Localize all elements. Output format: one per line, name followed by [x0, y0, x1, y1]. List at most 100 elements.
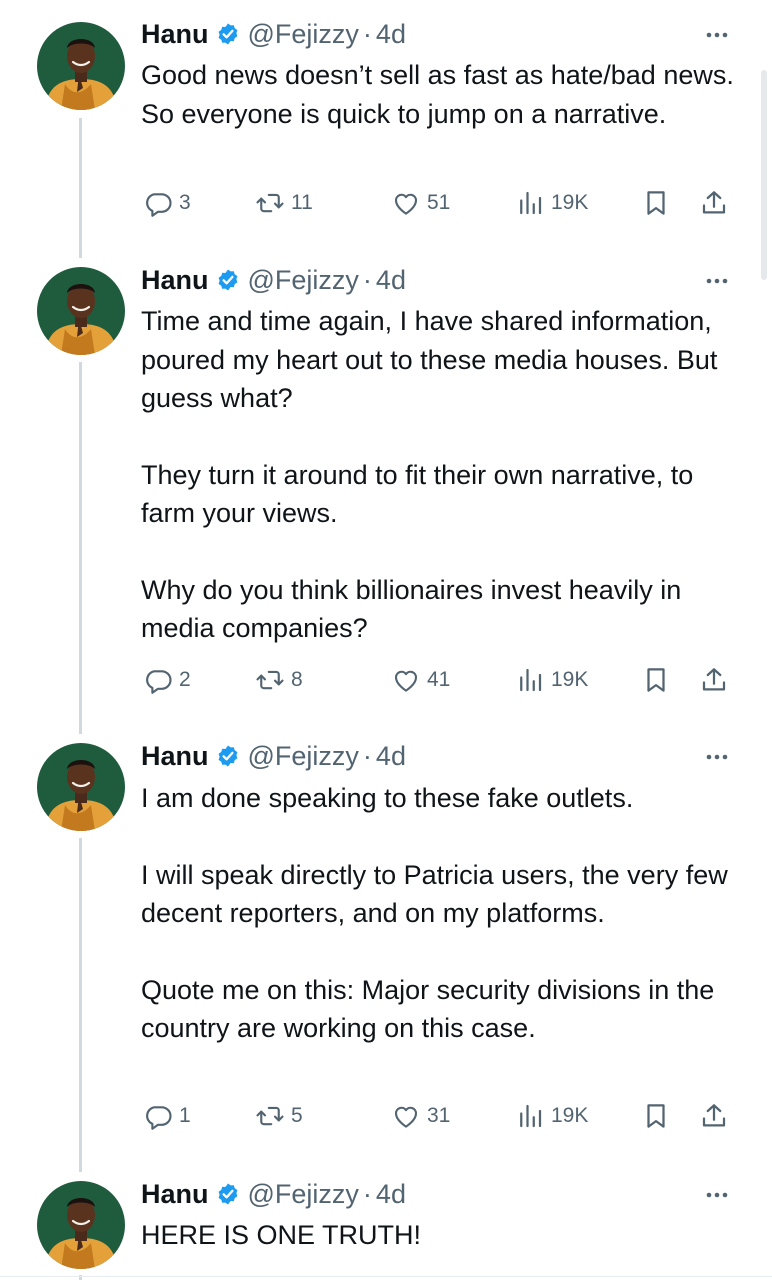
- views-button[interactable]: 19K: [515, 1099, 588, 1133]
- more-dots-icon[interactable]: [700, 271, 734, 291]
- more-dots-icon[interactable]: [700, 25, 734, 45]
- reply-button[interactable]: 3: [143, 186, 191, 220]
- views-chart-icon: [515, 188, 545, 218]
- retweet-button[interactable]: 8: [255, 663, 303, 697]
- thread-line: [79, 118, 82, 258]
- verified-badge-icon: [216, 1182, 240, 1206]
- timestamp[interactable]: 4d: [376, 741, 406, 772]
- retweet-icon: [255, 1101, 285, 1131]
- timestamp[interactable]: 4d: [376, 1179, 406, 1210]
- tweet-paragraph: I am done speaking to these fake outlets…: [141, 783, 634, 813]
- more-dots-icon[interactable]: [700, 1185, 734, 1205]
- retweet-button[interactable]: 5: [255, 1099, 303, 1133]
- avatar[interactable]: [37, 267, 125, 355]
- author-handle[interactable]: @Fejizzy: [248, 265, 359, 296]
- scrollbar[interactable]: [761, 70, 767, 280]
- tweet-paragraph: I will speak directly to Patricia users,…: [141, 859, 728, 929]
- heart-icon: [391, 1101, 421, 1131]
- retweet-icon: [255, 665, 285, 695]
- share-icon: [699, 1101, 729, 1131]
- retweet-count: 5: [291, 1104, 303, 1127]
- verified-badge-icon: [216, 22, 240, 46]
- separator-dot: ·: [362, 740, 372, 771]
- author-name[interactable]: Hanu: [141, 265, 209, 296]
- bookmark-icon: [641, 1101, 671, 1131]
- like-button[interactable]: 31: [391, 1099, 450, 1133]
- share-button[interactable]: [699, 1099, 729, 1133]
- author-name[interactable]: Hanu: [141, 1179, 209, 1210]
- share-button[interactable]: [699, 663, 729, 697]
- author-name[interactable]: Hanu: [141, 19, 209, 50]
- timestamp[interactable]: 4d: [376, 19, 406, 50]
- share-icon: [699, 188, 729, 218]
- action-bar: 2 8 41 19K: [141, 663, 741, 697]
- like-button[interactable]: 51: [391, 186, 450, 220]
- separator-dot: ·: [362, 264, 372, 295]
- reply-icon: [143, 665, 173, 695]
- like-button[interactable]: 41: [391, 663, 450, 697]
- reply-button[interactable]: 1: [143, 1099, 191, 1133]
- reply-icon: [143, 188, 173, 218]
- author-handle[interactable]: @Fejizzy: [248, 1179, 359, 1210]
- tweet-text: I am done speaking to these fake outlets…: [141, 779, 741, 1048]
- bookmark-button[interactable]: [641, 663, 671, 697]
- tweet-paragraph: HERE IS ONE TRUTH!: [141, 1220, 422, 1250]
- separator-dot: ·: [362, 18, 372, 49]
- views-chart-icon: [515, 665, 545, 695]
- view-count: 19K: [551, 1104, 589, 1127]
- share-icon: [699, 665, 729, 695]
- tweet-text: Good news doesn’t sell as fast as hate/b…: [141, 56, 741, 133]
- author-name[interactable]: Hanu: [141, 741, 209, 772]
- divider: [0, 1276, 772, 1277]
- tweet-paragraph: Why do you think billionaires invest hea…: [141, 574, 682, 644]
- reply-count: 3: [179, 191, 191, 214]
- reply-icon: [143, 1101, 173, 1131]
- action-bar: 1 5 31 19K: [141, 1099, 741, 1133]
- tweet-header: Hanu @Fejizzy · 4d: [141, 263, 406, 297]
- action-bar: 3 11 51 19K: [141, 186, 741, 220]
- author-handle[interactable]: @Fejizzy: [248, 19, 359, 50]
- reply-button[interactable]: 2: [143, 663, 191, 697]
- more-dots-icon[interactable]: [700, 747, 734, 767]
- like-count: 41: [427, 668, 451, 691]
- thread-line: [79, 362, 82, 734]
- views-button[interactable]: 19K: [515, 186, 588, 220]
- tweet-header: Hanu @Fejizzy · 4d: [141, 1177, 406, 1211]
- thread-line: [79, 838, 82, 1172]
- share-button[interactable]: [699, 186, 729, 220]
- bookmark-icon: [641, 665, 671, 695]
- tweet-paragraph: They turn it around to fit their own nar…: [141, 459, 694, 529]
- retweet-button[interactable]: 11: [255, 186, 313, 220]
- view-count: 19K: [551, 191, 589, 214]
- heart-icon: [391, 188, 421, 218]
- separator-dot: ·: [362, 1178, 372, 1209]
- tweet-paragraph: Time and time again, I have shared infor…: [141, 306, 718, 413]
- avatar[interactable]: [37, 1181, 125, 1269]
- tweet-paragraph: Quote me on this: Major security divisio…: [141, 974, 715, 1044]
- avatar[interactable]: [37, 22, 125, 110]
- author-handle[interactable]: @Fejizzy: [248, 741, 359, 772]
- heart-icon: [391, 665, 421, 695]
- reply-count: 2: [179, 668, 191, 691]
- tweet-text: Time and time again, I have shared infor…: [141, 302, 741, 648]
- verified-badge-icon: [216, 744, 240, 768]
- bookmark-button[interactable]: [641, 1099, 671, 1133]
- bookmark-icon: [641, 188, 671, 218]
- tweet-text: HERE IS ONE TRUTH!: [141, 1216, 741, 1255]
- verified-badge-icon: [216, 268, 240, 292]
- retweet-icon: [255, 188, 285, 218]
- timestamp[interactable]: 4d: [376, 265, 406, 296]
- retweet-count: 8: [291, 668, 303, 691]
- like-count: 31: [427, 1104, 451, 1127]
- avatar[interactable]: [37, 743, 125, 831]
- like-count: 51: [427, 191, 451, 214]
- view-count: 19K: [551, 668, 589, 691]
- tweet-header: Hanu @Fejizzy · 4d: [141, 739, 406, 773]
- reply-count: 1: [179, 1104, 191, 1127]
- bookmark-button[interactable]: [641, 186, 671, 220]
- tweet-paragraph: Good news doesn’t sell as fast as hate/b…: [141, 60, 734, 129]
- tweet-header: Hanu @Fejizzy · 4d: [141, 17, 406, 51]
- retweet-count: 11: [291, 191, 313, 214]
- views-button[interactable]: 19K: [515, 663, 588, 697]
- views-chart-icon: [515, 1101, 545, 1131]
